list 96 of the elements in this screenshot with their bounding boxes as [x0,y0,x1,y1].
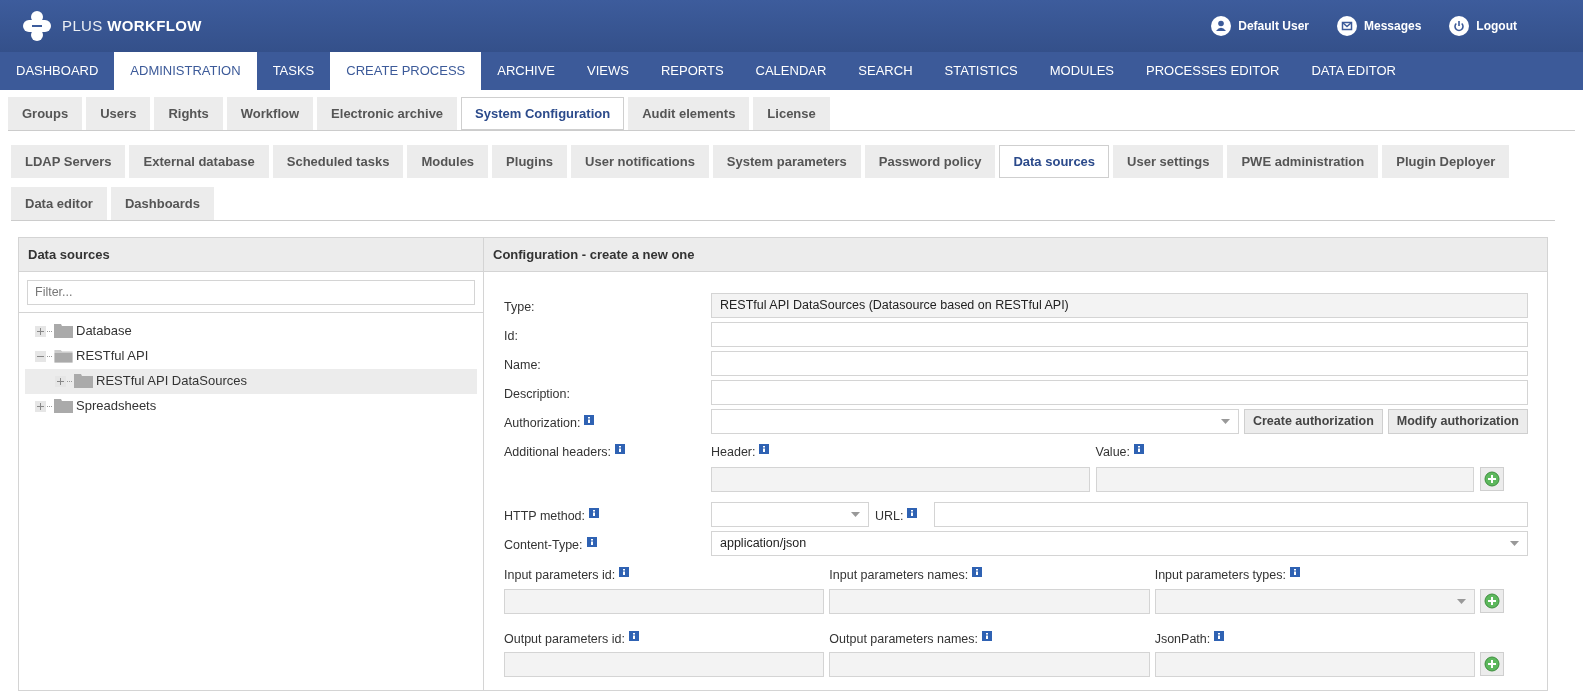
field-label: Input parameters id: [504,566,616,584]
nav-item[interactable]: SEARCH [842,52,929,90]
field-label: Value: [1095,444,1130,461]
select-field[interactable]: application/json [711,530,1528,556]
field-label: HTTP method: [504,507,586,525]
expand-icon[interactable] [35,325,53,337]
nav-item[interactable]: TASKS [256,52,331,90]
select-field[interactable] [711,501,869,527]
input-field[interactable] [711,351,1528,376]
tab[interactable]: Data sources [999,145,1110,178]
header-link[interactable]: Messages [1336,16,1422,36]
field-label: Input parameters types: [1154,566,1286,584]
tree-item-label: RESTful API DataSources [96,372,247,391]
header-link[interactable]: Default User [1211,16,1309,36]
tab[interactable]: PWE administration [1227,145,1379,178]
field-label: Input parameters names: [829,566,969,584]
tab[interactable]: Rights [154,97,223,130]
field-label: Type: [504,299,535,316]
user-icon [1211,16,1232,36]
nav-item[interactable]: VIEWS [571,52,645,90]
field-label: Authorization: [504,415,581,432]
logo-icon [20,9,54,43]
tree-item[interactable]: RESTful API [25,343,477,369]
type-field: RESTful API DataSources (Datasource based on RESTful API) [711,293,1528,318]
input-field[interactable] [711,322,1528,347]
tab[interactable]: LDAP Servers [11,145,126,178]
tab[interactable]: Users [86,97,151,130]
input-field[interactable] [711,380,1528,405]
tab[interactable]: User settings [1113,145,1224,178]
nav-item[interactable]: ADMINISTRATION [114,52,257,90]
panel-title: Data sources [28,245,110,264]
caret-icon [1510,540,1519,546]
tree-item[interactable]: Spreadsheets [25,393,477,419]
tab[interactable]: Plugins [492,145,568,178]
tree-item-label: Spreadsheets [76,397,157,416]
caret-icon [1220,419,1230,424]
tab[interactable]: Data editor [11,187,107,220]
folder-icon [54,324,73,338]
tab[interactable]: System parameters [712,145,861,178]
tab[interactable]: Audit elements [628,97,750,130]
field-label: Name: [504,357,541,374]
filter-field[interactable]: Filter... [27,279,475,305]
tab[interactable]: License [753,97,830,130]
folder-icon [54,349,73,363]
field-label: JsonPath: [1154,630,1211,648]
header-link[interactable]: Logout [1449,16,1517,36]
field-label: Output parameters names: [829,630,978,648]
tab[interactable]: Electronic archive [317,97,458,130]
field-label: Output parameters id: [504,630,625,648]
folder-icon [54,399,73,413]
authorization-button[interactable]: Create authorization [1243,409,1383,434]
nav-item[interactable]: DATA EDITOR [1295,52,1412,90]
caret-icon [1457,598,1466,604]
nav-item[interactable]: REPORTS [644,52,740,90]
tab[interactable]: Scheduled tasks [272,145,404,178]
add-button[interactable] [1480,588,1504,613]
tab[interactable]: System Configuration [461,97,625,130]
authorization-button[interactable]: Modify authorization [1387,409,1528,434]
tab[interactable]: Modules [407,145,489,178]
tab[interactable]: Groups [8,97,83,130]
collapse-icon[interactable] [35,350,53,362]
tab[interactable]: External database [129,145,269,178]
tab[interactable]: Dashboards [110,187,215,220]
expand-icon[interactable] [55,375,73,387]
nav-item[interactable]: MODULES [1033,52,1131,90]
nav-item[interactable]: ARCHIVE [481,52,572,90]
logo-text: PLUS WORKFLOW [62,15,202,36]
nav-item[interactable]: CALENDAR [739,52,843,90]
nav-item[interactable]: PROCESSES EDITOR [1130,52,1296,90]
tab[interactable]: Plugin Deployer [1382,145,1510,178]
nav-item[interactable]: CREATE PROCESS [330,52,482,90]
tab[interactable]: Password policy [864,145,996,178]
add-button[interactable] [1480,466,1504,491]
select-field[interactable] [711,409,1239,434]
folder-icon [74,374,93,388]
tab[interactable]: Workflow [226,97,314,130]
field-label: URL: [875,507,904,525]
envelope-icon [1336,16,1357,36]
tree-item-label: RESTful API [76,347,149,366]
tree-item[interactable]: Database [25,318,477,344]
add-button[interactable] [1480,652,1504,677]
panel-title: Configuration - create a new one [493,245,695,264]
input-field[interactable] [934,501,1528,527]
expand-icon[interactable] [35,400,53,412]
tree-item-label: Database [76,322,132,341]
power-icon [1449,16,1470,36]
field-label: Additional headers: [504,444,612,461]
field-label: Description: [504,386,570,403]
field-label: Content-Type: [504,536,583,554]
field-label: Header: [711,444,756,461]
tab[interactable]: User notifications [571,145,709,178]
nav-item[interactable]: STATISTICS [928,52,1034,90]
caret-icon [851,511,860,517]
nav-item[interactable]: DASHBOARD [0,52,115,90]
tree-item[interactable]: RESTful API DataSources [25,368,477,394]
field-label: Id: [504,328,518,345]
